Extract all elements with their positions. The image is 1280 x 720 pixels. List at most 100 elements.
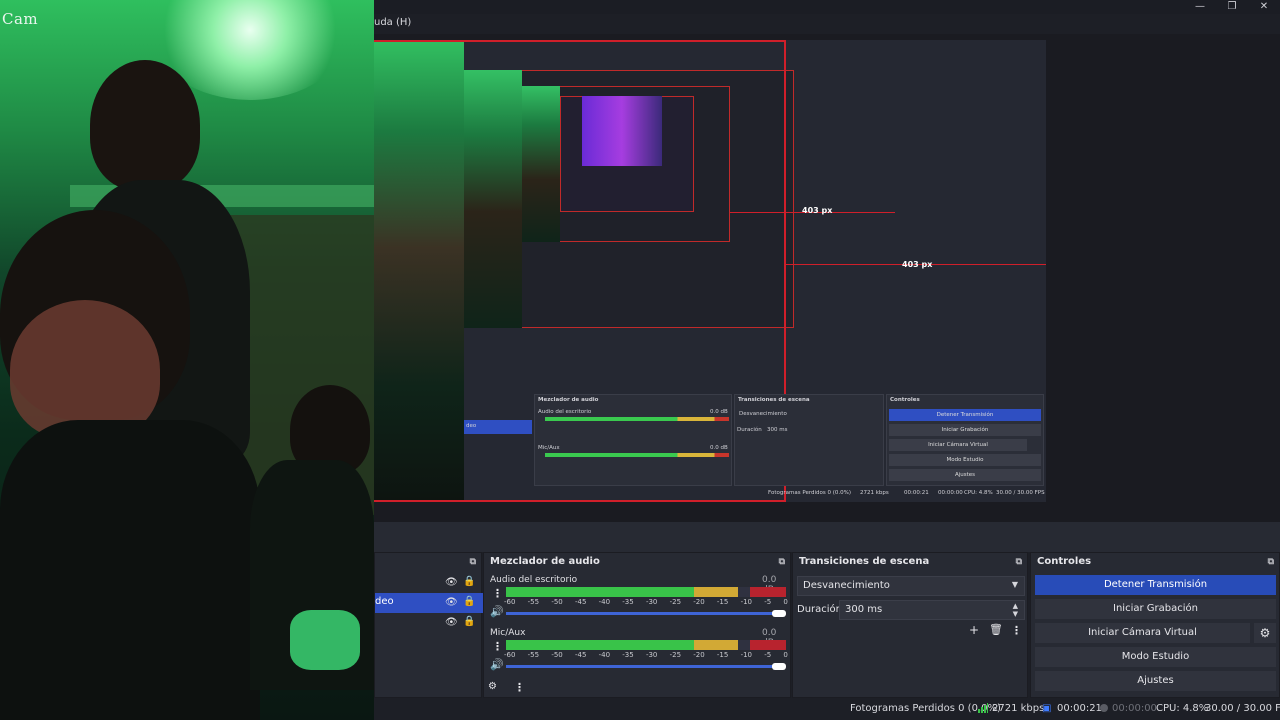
eye-icon[interactable]: 👁 <box>445 597 458 608</box>
scenes-dock: ⧉ 👁 🔒 deo 👁 🔒 👁 🔒 <box>374 552 483 698</box>
lock-icon[interactable]: 🔒 <box>463 616 475 627</box>
stream-icon: ▣ <box>1042 703 1052 714</box>
lock-icon[interactable]: 🔒 <box>463 596 475 607</box>
meter-tick-label: -15 <box>716 598 729 606</box>
maximize-icon[interactable]: ❐ <box>1216 0 1248 14</box>
webcam-label: Cam <box>2 10 39 28</box>
controls-dock: Controles ⧉ Detener Transmisión Iniciar … <box>1030 552 1280 698</box>
channel-label: Mic/Aux <box>490 628 526 638</box>
status-bar: Fotogramas Perdidos 0 (0.0%) 2721 kbps ▣… <box>374 698 1280 720</box>
volume-slider[interactable] <box>506 665 780 668</box>
meter-tick-label: -25 <box>669 598 682 606</box>
mini-controls: Controles Detener Transmisión Iniciar Gr… <box>886 394 1044 486</box>
fps: 30.00 / 30.00 FPS <box>1205 703 1280 714</box>
eye-icon[interactable]: 👁 <box>445 617 458 628</box>
studio-mode-button[interactable]: Modo Estudio <box>1035 647 1276 667</box>
stop-streaming-button[interactable]: Detener Transmisión <box>1035 575 1276 595</box>
meter-tick-label: 0 <box>783 651 788 659</box>
channel-label: Audio del escritorio <box>490 575 578 585</box>
program-preview[interactable]: 403 px 403 px Mezclador de audio Audio d… <box>374 40 1046 502</box>
meter-tick-label: -40 <box>598 598 611 606</box>
meter-tick-label: -20 <box>693 598 705 606</box>
menu-help[interactable]: uda (H) <box>374 17 411 28</box>
meter-tick-label: -20 <box>693 651 705 659</box>
dock-toolbar-strip <box>374 522 1280 552</box>
start-virtual-camera-button[interactable]: Iniciar Cámara Virtual <box>1035 623 1250 643</box>
scene-item[interactable]: 👁 🔒 <box>375 613 483 633</box>
meter-tick-label: -30 <box>645 651 658 659</box>
stream-time: 00:00:21 <box>1057 703 1102 714</box>
close-icon[interactable]: ✕ <box>1248 0 1280 14</box>
meter-tick-label: -10 <box>740 651 752 659</box>
chevron-down-icon: ▼ <box>1011 580 1018 589</box>
start-recording-button[interactable]: Iniciar Grabación <box>1035 599 1276 619</box>
meter-tick-label: 0 <box>783 598 788 606</box>
record-time: 00:00:00 <box>1112 703 1157 714</box>
minimize-icon[interactable]: — <box>1184 0 1216 14</box>
gear-icon[interactable]: ⚙ <box>1254 623 1276 643</box>
meter-tick-label: -45 <box>574 651 587 659</box>
bitrate: 2721 kbps <box>992 703 1045 714</box>
signal-bars-icon <box>978 703 988 713</box>
webcam-feed: Cam <box>0 0 374 720</box>
advanced-audio-icon[interactable]: ⚙ <box>488 681 497 692</box>
meter-tick-label: -60 <box>504 651 516 659</box>
title-bar: — ❐ ✕ <box>374 0 1280 14</box>
volume-icon[interactable]: 🔊 <box>490 605 504 618</box>
person-back <box>90 60 200 190</box>
mini-mixer: Mezclador de audio Audio del escritorio … <box>534 394 732 486</box>
channel-menu-icon[interactable]: ⋮ <box>492 640 503 653</box>
add-icon[interactable]: + <box>969 623 979 637</box>
nested-purple <box>582 96 662 166</box>
popout-icon[interactable]: ⧉ <box>470 557 476 567</box>
transition-select[interactable]: Desvanecimiento ▼ <box>797 576 1025 596</box>
scene-item-selected[interactable]: deo 👁 🔒 <box>375 593 483 613</box>
meter-tick-label: -5 <box>764 598 772 606</box>
mixer-menu-icon[interactable]: ⋮ <box>514 681 525 694</box>
meter-tick-label: -55 <box>527 651 540 659</box>
popout-icon[interactable]: ⧉ <box>1016 557 1022 567</box>
controls-title: Controles <box>1037 556 1092 567</box>
meter-tick-label: -35 <box>622 598 634 606</box>
meter-ticks: -60 -55 -50 -45 -40 -35 -30 -25 -20 -15 -10 -5 0 <box>504 598 788 606</box>
audio-mixer-dock: Mezclador de audio ⧉ Audio del escritori… <box>483 552 791 698</box>
scene-item[interactable]: 👁 🔒 <box>375 573 483 593</box>
preview-webcam <box>374 40 464 502</box>
popout-icon[interactable]: ⧉ <box>1268 557 1274 567</box>
cpu-usage: CPU: 4.8% <box>1156 703 1209 714</box>
transitions-title: Transiciones de escena <box>799 556 930 567</box>
transition-menu-icon[interactable]: ⋮ <box>1011 624 1022 637</box>
eye-icon[interactable]: 👁 <box>445 577 458 588</box>
meter-tick-label: -45 <box>574 598 587 606</box>
scene-name: deo <box>375 596 394 607</box>
obs-window: Cam — ❐ ✕ uda (H) 403 px 403 px Mezclado… <box>0 0 1280 720</box>
meter-tick-label: -30 <box>645 598 658 606</box>
channel-menu-icon[interactable]: ⋮ <box>492 587 503 600</box>
meter-tick-label: -25 <box>669 651 682 659</box>
volume-icon[interactable]: 🔊 <box>490 658 504 671</box>
duration-input[interactable]: 300 ms ▲ ▼ <box>839 600 1025 620</box>
meter-tick-label: -35 <box>622 651 634 659</box>
volume-slider[interactable] <box>506 612 780 615</box>
volume-slider-knob[interactable] <box>772 663 786 670</box>
mini-transitions: Transiciones de escena Desvanecimiento D… <box>734 394 884 486</box>
duration-label: Duración <box>797 604 843 615</box>
guide-line <box>374 40 786 42</box>
meter-tick-label: -50 <box>551 651 563 659</box>
meter-tick-label: -55 <box>527 598 540 606</box>
menu-bar: uda (H) <box>374 14 1280 34</box>
popout-icon[interactable]: ⧉ <box>779 557 785 567</box>
settings-button[interactable]: Ajustes <box>1035 671 1276 691</box>
scene-transitions-dock: Transiciones de escena ⧉ Desvanecimiento… <box>792 552 1028 698</box>
level-meter <box>506 587 786 597</box>
trash-icon[interactable]: 🗑 <box>989 623 1003 636</box>
volume-slider-knob[interactable] <box>772 610 786 617</box>
meter-tick-label: -10 <box>740 598 752 606</box>
measure-label: 403 px <box>902 260 933 269</box>
meter-tick-label: -60 <box>504 598 516 606</box>
lock-icon[interactable]: 🔒 <box>463 576 475 587</box>
spin-arrows-icon[interactable]: ▲ ▼ <box>1013 602 1018 618</box>
mixer-title: Mezclador de audio ⧉ <box>490 556 785 567</box>
record-icon <box>1100 704 1108 712</box>
meter-tick-label: -5 <box>764 651 772 659</box>
